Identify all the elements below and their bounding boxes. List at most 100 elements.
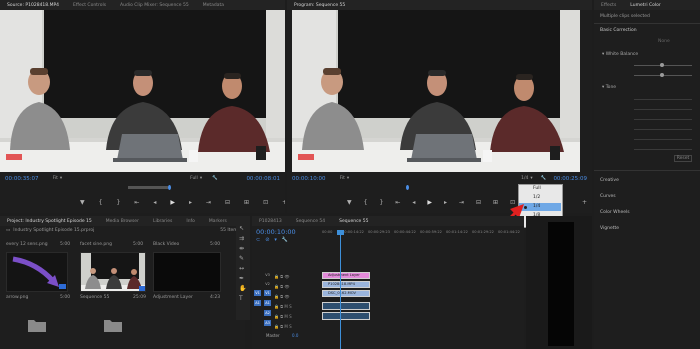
bin-item-name[interactable]: every 12 sens.png: [6, 242, 48, 247]
go-to-out-icon[interactable]: ⇥: [206, 199, 211, 206]
razor-tool-icon[interactable]: ✎: [239, 254, 246, 264]
export-frame-icon[interactable]: ⊡: [263, 199, 268, 206]
tab-effect-controls[interactable]: Effect Controls: [66, 3, 113, 8]
tab-metadata[interactable]: Metadata: [196, 3, 231, 8]
in-point-icon[interactable]: {: [99, 199, 103, 206]
insert-icon[interactable]: ⊟: [225, 199, 230, 206]
folder-icon[interactable]: [28, 318, 46, 332]
tab-media-browser[interactable]: Media Browser: [99, 219, 146, 224]
track-label-a2[interactable]: A2: [264, 310, 271, 316]
track-label-a1[interactable]: A1: [264, 300, 271, 306]
source-fit-select[interactable]: Fit: [53, 176, 58, 181]
out-point-icon[interactable]: }: [116, 199, 120, 206]
tab-project[interactable]: Project: Industry Spotlight Episode 15: [0, 219, 99, 224]
lock-icon[interactable]: 🔒 ⧉ M S: [274, 322, 292, 332]
lut-select[interactable]: None: [658, 39, 670, 44]
tab-source[interactable]: Source: P1028418.MP4: [0, 3, 66, 8]
track-label-v3[interactable]: V3: [264, 272, 271, 278]
program-fit-select[interactable]: Fit: [340, 176, 345, 181]
menu-item-full[interactable]: Full: [519, 185, 561, 193]
source-timecode[interactable]: 00:00:35:07: [5, 176, 39, 182]
bin-item-name[interactable]: Sequence 55: [80, 295, 109, 300]
basic-correction-header[interactable]: Basic Correction: [600, 28, 637, 33]
step-forward-icon[interactable]: ▸: [189, 199, 192, 206]
wrench-icon[interactable]: 🔧: [541, 176, 547, 181]
lock-icon[interactable]: 🔒 ⧉ 👁: [274, 272, 292, 282]
add-button-icon[interactable]: +: [582, 199, 587, 206]
section-curves[interactable]: Curves: [600, 194, 616, 199]
section-creative[interactable]: Creative: [600, 178, 619, 183]
lock-icon[interactable]: 🔒 ⧉ M S: [274, 312, 292, 322]
lock-icon[interactable]: 🔒 ⧉ 👁: [274, 292, 292, 302]
slip-tool-icon[interactable]: ↔: [239, 264, 246, 274]
lock-icon[interactable]: 🔒 ⧉ M S: [274, 302, 292, 312]
in-point-icon[interactable]: {: [364, 199, 368, 206]
add-marker-icon[interactable]: ▾: [274, 237, 277, 243]
temperature-slider[interactable]: [660, 63, 664, 67]
thumb-sequence-55[interactable]: [80, 252, 146, 292]
marker-icon[interactable]: ▼: [347, 199, 352, 206]
source-scrubber[interactable]: [0, 185, 285, 190]
thumb-arrow-png[interactable]: [6, 252, 68, 292]
tab-markers[interactable]: Markers: [202, 219, 234, 224]
track-label-a3[interactable]: A3: [264, 320, 271, 326]
section-vignette[interactable]: Vignette: [600, 226, 619, 231]
source-patch-v1[interactable]: V1: [254, 290, 261, 296]
tab-effects[interactable]: Effects: [594, 3, 623, 8]
tab-libraries[interactable]: Libraries: [146, 219, 179, 224]
linked-selection-icon[interactable]: ⊘: [265, 237, 269, 243]
white-balance-header[interactable]: ▾ White Balance: [602, 52, 638, 57]
tab-sequence-55[interactable]: Sequence 55: [332, 219, 375, 224]
go-to-in-icon[interactable]: ⇤: [395, 199, 400, 206]
clip-adjustment-layer[interactable]: Adjustment Layer: [322, 272, 370, 279]
program-quality-select[interactable]: 1/4: [521, 176, 528, 181]
tab-program[interactable]: Program: Sequence 55: [287, 3, 352, 8]
folder-icon[interactable]: [104, 318, 122, 332]
clip-dsc-0162[interactable]: DSC_0162.MOV: [322, 290, 370, 297]
snap-icon[interactable]: ⊂: [256, 237, 260, 243]
play-icon[interactable]: ▶: [427, 199, 432, 206]
type-tool-icon[interactable]: T: [239, 294, 246, 304]
out-point-icon[interactable]: }: [379, 199, 383, 206]
pen-tool-icon[interactable]: ✒: [239, 274, 246, 284]
source-quality-select[interactable]: Full: [190, 176, 198, 181]
track-label-v2[interactable]: V2: [264, 281, 271, 287]
play-icon[interactable]: ▶: [170, 199, 175, 206]
tone-header[interactable]: ▾ Tone: [602, 85, 616, 90]
playhead[interactable]: [340, 232, 341, 349]
tab-p1028413[interactable]: P1028413: [252, 219, 289, 224]
hand-tool-icon[interactable]: ✋: [239, 284, 246, 294]
bin-item-name[interactable]: Black Video: [153, 242, 179, 247]
selection-tool-icon[interactable]: ↖: [239, 224, 246, 234]
reset-button[interactable]: Reset: [674, 155, 692, 162]
audio-clip-a2[interactable]: [322, 312, 370, 320]
ripple-edit-tool-icon[interactable]: ⇹: [239, 244, 246, 254]
program-timecode[interactable]: 00:00:10:00: [292, 176, 326, 182]
tab-info[interactable]: Info: [179, 219, 202, 224]
section-color-wheels[interactable]: Color Wheels: [600, 210, 630, 215]
track-select-tool-icon[interactable]: ⇉: [239, 234, 246, 244]
wrench-icon[interactable]: 🔧: [212, 176, 218, 181]
tab-audio-clip-mixer[interactable]: Audio Clip Mixer: Sequence 55: [113, 3, 196, 8]
step-forward-icon[interactable]: ▸: [444, 199, 447, 206]
bin-item-name[interactable]: Adjustment Layer: [153, 295, 193, 300]
tab-lumetri-color[interactable]: Lumetri Color: [623, 3, 667, 8]
timeline-ruler[interactable]: 00:00 00:00:14:22 00:00:29:23 00:00:44:2…: [322, 230, 524, 240]
lock-icon[interactable]: 🔒 ⧉ 👁: [274, 282, 292, 292]
settings-icon[interactable]: 🔧: [282, 237, 288, 243]
audio-clip-a1[interactable]: [322, 302, 370, 310]
add-button-icon[interactable]: +: [282, 199, 285, 206]
marker-icon[interactable]: ▼: [80, 199, 85, 206]
overwrite-icon[interactable]: ⊞: [244, 199, 249, 206]
master-volume[interactable]: 0.0: [292, 333, 298, 338]
go-to-in-icon[interactable]: ⇤: [134, 199, 139, 206]
source-patch-a1[interactable]: A1: [254, 300, 261, 306]
thumb-adjustment-layer[interactable]: [153, 252, 221, 292]
bin-item-name[interactable]: facet sine.png: [80, 242, 112, 247]
timeline-timecode[interactable]: 00:00:10:00: [256, 228, 296, 236]
playhead-handle[interactable]: [337, 230, 344, 235]
go-to-out-icon[interactable]: ⇥: [459, 199, 464, 206]
bin-item-name[interactable]: arrow.png: [6, 295, 28, 300]
tint-slider[interactable]: [660, 73, 664, 77]
tab-sequence-54[interactable]: Sequence 54: [289, 219, 332, 224]
